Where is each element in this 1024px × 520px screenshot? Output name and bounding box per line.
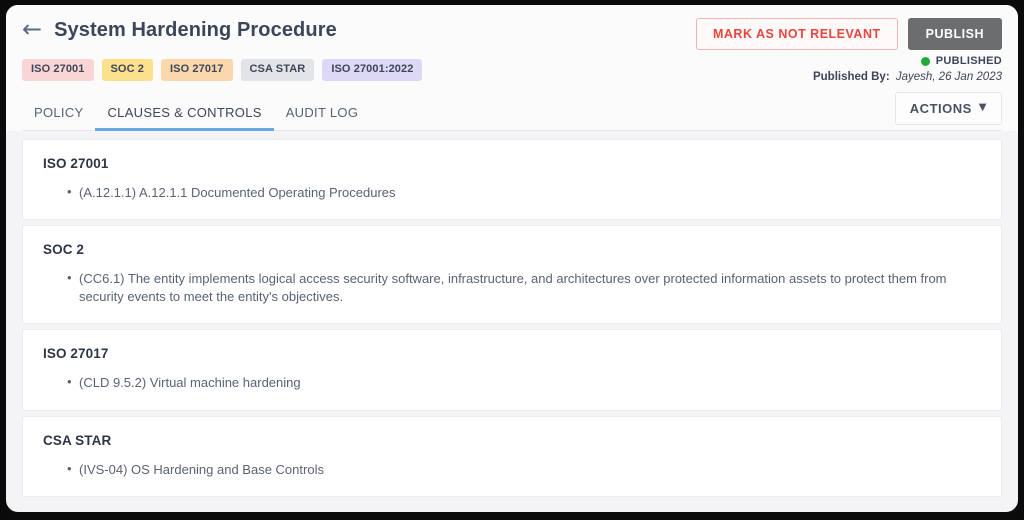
control-card: CSA STAR (IVS-04) OS Hardening and Base … bbox=[22, 415, 1002, 498]
publish-button[interactable]: PUBLISH bbox=[907, 18, 1002, 50]
clauses-and-controls-panel: ISO 27001 (A.12.1.1) A.12.1.1 Documented… bbox=[6, 131, 1018, 512]
control-list-item[interactable]: (CC6.1) The entity implements logical ac… bbox=[67, 269, 981, 305]
control-card-title: CSA STAR bbox=[43, 432, 112, 448]
tab-clauses-and-controls[interactable]: CLAUSES & CONTROLS bbox=[95, 99, 274, 131]
chevron-down-icon: ▼ bbox=[978, 102, 987, 114]
control-item-list: (CLD 9.5.2) Virtual machine hardening bbox=[43, 373, 981, 392]
app-viewport: ← System Hardening Procedure MARK AS NOT… bbox=[6, 5, 1018, 512]
tab-bar: POLICY CLAUSES & CONTROLS AUDIT LOG ACTI… bbox=[22, 91, 1002, 131]
control-card: ISO 27001 (A.12.1.1) A.12.1.1 Documented… bbox=[22, 138, 1002, 221]
control-card-title: ISO 27017 bbox=[43, 346, 109, 362]
tag-chip[interactable]: SOC 2 bbox=[101, 59, 154, 81]
actions-label: ACTIONS bbox=[909, 100, 972, 116]
device-frame: ← System Hardening Procedure MARK AS NOT… bbox=[0, 0, 1024, 520]
tab-list: POLICY CLAUSES & CONTROLS AUDIT LOG bbox=[22, 99, 371, 131]
arrow-left-icon[interactable]: ← bbox=[22, 17, 42, 43]
status-dot-icon bbox=[920, 56, 930, 66]
control-item-list: (A.12.1.1) A.12.1.1 Documented Operating… bbox=[43, 183, 981, 202]
control-list-item[interactable]: (CLD 9.5.2) Virtual machine hardening bbox=[67, 373, 981, 392]
header-action-buttons: MARK AS NOT RELEVANT PUBLISH bbox=[695, 17, 1002, 50]
control-card: ISO 27017 (CLD 9.5.2) Virtual machine ha… bbox=[22, 329, 1002, 411]
control-card-title: SOC 2 bbox=[43, 242, 85, 258]
control-list-item[interactable]: (A.12.1.1) A.12.1.1 Documented Operating… bbox=[67, 183, 981, 202]
control-item-list: (IVS-04) OS Hardening and Base Controls bbox=[43, 460, 981, 479]
page-header: ← System Hardening Procedure MARK AS NOT… bbox=[6, 5, 1018, 131]
page-title: System Hardening Procedure bbox=[54, 18, 337, 41]
tag-chip[interactable]: ISO 27001:2022 bbox=[322, 59, 423, 81]
control-item-list: (CC6.1) The entity implements logical ac… bbox=[43, 269, 981, 305]
control-card-title: ISO 27001 bbox=[43, 155, 109, 171]
tab-policy[interactable]: POLICY bbox=[22, 99, 95, 131]
title-group: ← System Hardening Procedure bbox=[22, 17, 337, 43]
tab-audit-log[interactable]: AUDIT LOG bbox=[274, 99, 371, 131]
mark-as-not-relevant-button[interactable]: MARK AS NOT RELEVANT bbox=[695, 18, 898, 50]
control-card: SOC 2 (CC6.1) The entity implements logi… bbox=[22, 225, 1002, 325]
tag-chip[interactable]: CSA STAR bbox=[240, 59, 315, 81]
tag-chip[interactable]: ISO 27017 bbox=[161, 59, 233, 81]
control-list-item[interactable]: (IVS-04) OS Hardening and Base Controls bbox=[67, 460, 981, 479]
status-label: PUBLISHED bbox=[935, 55, 1002, 67]
publish-status-block: PUBLISHED Published By: Jayesh, 26 Jan 2… bbox=[813, 55, 1002, 83]
tag-chip[interactable]: ISO 27001 bbox=[22, 59, 94, 81]
header-top-row: ← System Hardening Procedure MARK AS NOT… bbox=[22, 5, 1002, 50]
status-badge: PUBLISHED bbox=[813, 55, 1002, 67]
published-by-label: Published By: bbox=[812, 71, 890, 83]
published-by-value: Jayesh, 26 Jan 2023 bbox=[895, 71, 1002, 83]
published-by: Published By: Jayesh, 26 Jan 2023 bbox=[813, 71, 1002, 83]
actions-dropdown-button[interactable]: ACTIONS ▼ bbox=[894, 91, 1002, 125]
